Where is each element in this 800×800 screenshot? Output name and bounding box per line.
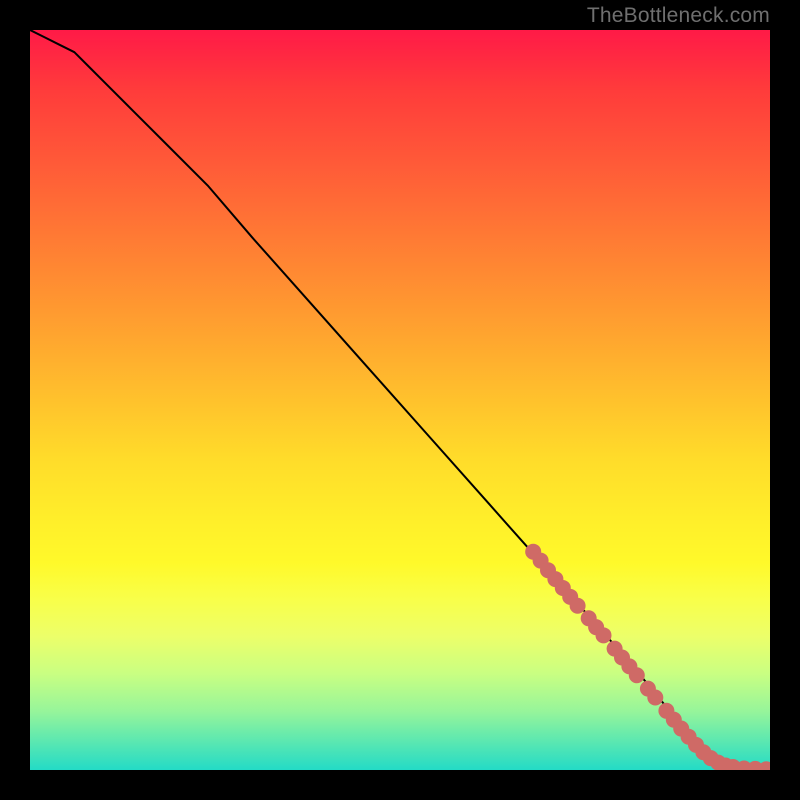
chart-marker	[647, 689, 663, 705]
attribution-label: TheBottleneck.com	[587, 4, 770, 28]
chart-curve	[30, 30, 770, 769]
chart-frame: TheBottleneck.com	[0, 0, 800, 800]
chart-svg	[30, 30, 770, 770]
chart-marker	[596, 627, 612, 643]
plot-area	[30, 30, 770, 770]
chart-marker	[570, 598, 586, 614]
chart-marker	[629, 667, 645, 683]
chart-markers	[525, 544, 770, 770]
